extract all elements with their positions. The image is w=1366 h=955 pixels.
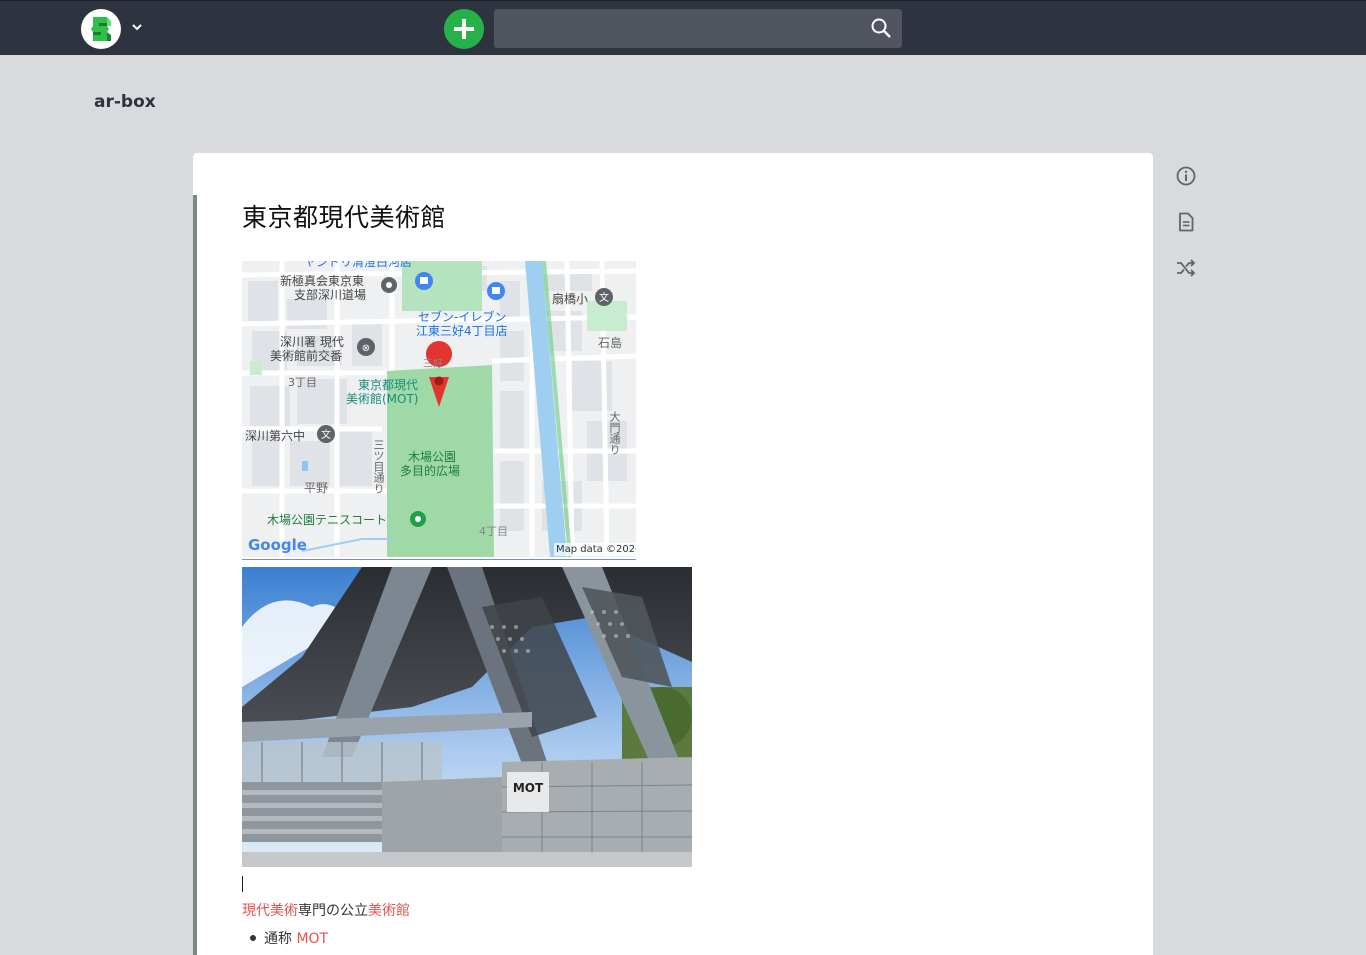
shuffle-icon[interactable] xyxy=(1174,256,1198,280)
search-input[interactable] xyxy=(494,9,902,48)
info-list: 通称 MOT xyxy=(242,928,328,948)
plus-icon xyxy=(454,19,474,39)
map-label: 江東三好4丁目店 xyxy=(416,324,508,338)
map-label: 扇橋小 xyxy=(552,292,589,306)
page-left-border xyxy=(193,195,197,955)
map-label: 木場公園 xyxy=(408,450,457,464)
map-label: 三ツ目通り xyxy=(372,439,385,494)
map-attribution: Map data ©2020 xyxy=(554,543,636,556)
link-mot[interactable]: MOT xyxy=(296,931,328,947)
map-label: 4丁目 xyxy=(479,525,508,538)
list-item-label: 通称 xyxy=(264,931,292,947)
add-page-button[interactable] xyxy=(444,9,484,49)
map-label: 支部深川道場 xyxy=(294,288,367,302)
chevron-down-icon[interactable] xyxy=(128,18,146,36)
map-label: 美術館(MOT) xyxy=(346,392,419,406)
map-label: 平野 xyxy=(304,481,329,495)
museum-photo[interactable]: MOT xyxy=(242,567,692,867)
map-label: 石島 xyxy=(598,336,623,350)
google-logo: Google xyxy=(248,536,307,554)
map-label: 多目的広場 xyxy=(400,464,461,478)
wiki-name[interactable]: ar-box xyxy=(94,92,156,112)
map-label: ヤンドリ清澄白河店 xyxy=(304,261,413,269)
map-divider xyxy=(242,559,636,560)
museum-sign-text: MOT xyxy=(513,781,544,795)
link-art-museum[interactable]: 美術館 xyxy=(368,903,410,919)
document-icon[interactable] xyxy=(1174,210,1198,234)
top-navigation-bar xyxy=(0,0,1366,55)
page-description: 現代美術専門の公立美術館 xyxy=(242,900,410,920)
info-icon[interactable] xyxy=(1174,164,1198,188)
svg-text:文: 文 xyxy=(599,291,609,304)
page-title[interactable]: 東京都現代美術館 xyxy=(242,198,446,234)
map-label: 3丁目 xyxy=(288,376,317,389)
app-logo-icon[interactable] xyxy=(81,9,121,49)
map-label: 大門通り xyxy=(608,411,621,455)
search-icon[interactable] xyxy=(869,16,893,40)
text-cursor xyxy=(242,876,243,892)
map-label: 三好 xyxy=(423,359,443,370)
bullet-icon xyxy=(250,935,256,941)
map-label: 深川第六中 xyxy=(245,429,306,443)
list-item: 通称 MOT xyxy=(242,928,328,948)
embedded-map[interactable]: 文 ⊗ 文 ヤンドリ清澄白河店 新極真会東京東 支部深川道場 扇橋小 セブン-イ… xyxy=(242,261,636,557)
link-contemporary-art[interactable]: 現代美術 xyxy=(242,903,298,919)
svg-text:⊗: ⊗ xyxy=(362,343,370,354)
map-label: 東京都現代 xyxy=(358,378,419,392)
map-label: 美術館前交番 xyxy=(270,349,343,363)
map-label: 新極真会東京東 xyxy=(280,274,365,288)
map-label: 深川署 現代 xyxy=(280,335,344,349)
map-label: セブン-イレブン xyxy=(418,310,507,324)
svg-text:文: 文 xyxy=(321,428,331,441)
map-label: 木場公園テニスコート xyxy=(267,513,388,527)
description-text: 専門の公立 xyxy=(298,903,368,919)
